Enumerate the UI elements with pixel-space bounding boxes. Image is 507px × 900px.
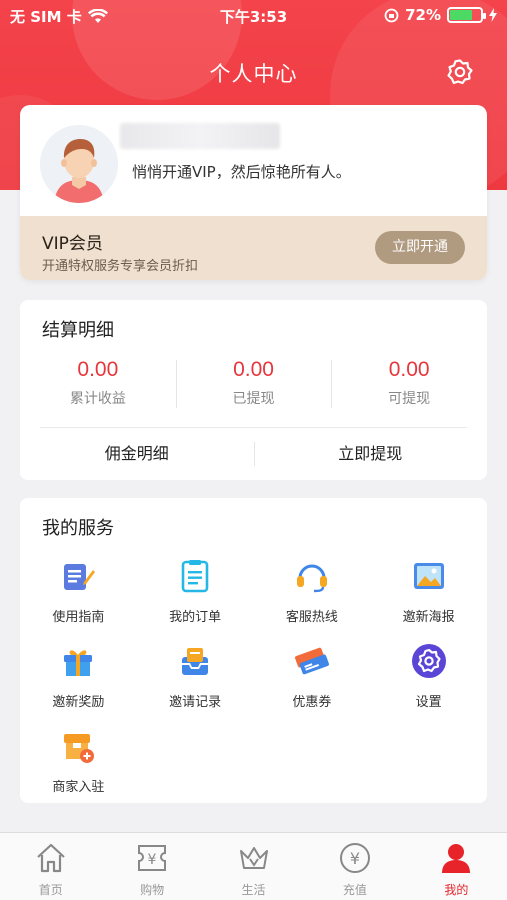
settlement-title: 结算明细 [42,320,114,341]
settlement-stats: 0.00 累计收益 0.00 已提现 0.00 可提现 [20,358,487,418]
bottom-tab-bar: 首页 ¥ 购物 生活 ¥ 充值 我的 [0,832,507,900]
tab-life[interactable]: 生活 [203,833,304,900]
orientation-lock-icon [384,8,399,22]
vip-banner: VIP会员 开通特权服务专享会员折扣 立即开通 [20,216,487,280]
nickname-redacted [120,123,280,149]
svg-text:¥: ¥ [350,849,360,868]
settings-gear-icon[interactable] [446,58,474,86]
services-grid: 使用指南 我的订单 客服热线 邀新海报 邀新奖励 邀请记录 优惠券 设置 商家入… [20,558,487,795]
stat-value: 0.00 [77,358,119,381]
service-label: 客服热线 [285,610,338,625]
stat-label: 可提现 [388,391,431,407]
tab-label: 购物 [140,883,165,897]
service-invite-records[interactable]: 邀请记录 [137,643,254,710]
service-label: 设置 [415,695,442,710]
service-reward[interactable]: 邀新奖励 [20,643,137,710]
service-settings[interactable]: 设置 [370,643,487,710]
profile-card: 悄悄开通VIP，然后惊艳所有人。 VIP会员 开通特权服务专享会员折扣 立即开通 [20,105,487,280]
service-poster[interactable]: 邀新海报 [370,558,487,625]
stat-total-earnings: 0.00 累计收益 [20,358,176,418]
tab-label: 生活 [241,883,266,897]
page-title: 个人中心 [209,62,298,86]
service-label: 优惠券 [292,695,332,710]
shopping-icon: ¥ [138,845,167,871]
poster-icon [413,563,444,589]
battery-percent: 72% [405,6,441,24]
merchant-icon [64,734,95,763]
service-label: 我的订单 [169,610,222,625]
service-label: 邀请记录 [169,695,222,710]
avatar[interactable] [40,125,118,203]
settlement-card: 结算明细 0.00 累计收益 0.00 已提现 0.00 可提现 佣金明细 立即… [20,300,487,480]
user-avatar-icon [40,125,118,203]
tab-recharge[interactable]: ¥ 充值 [304,833,405,900]
service-merchant[interactable]: 商家入驻 [20,728,137,795]
tab-label: 充值 [342,883,367,897]
service-guide[interactable]: 使用指南 [20,558,137,625]
vip-slogan: 悄悄开通VIP，然后惊艳所有人。 [132,163,351,181]
commission-details-button[interactable]: 佣金明细 [20,428,254,480]
service-label: 邀新海报 [402,610,455,625]
service-label: 邀新奖励 [52,695,105,710]
service-orders[interactable]: 我的订单 [137,558,254,625]
stat-withdrawable: 0.00 可提现 [331,358,487,418]
inbox-icon [182,648,209,675]
tab-label: 我的 [444,883,469,897]
headset-icon [296,564,327,593]
guide-icon [64,564,96,590]
stat-value: 0.00 [388,358,430,381]
vip-title: VIP会员 [42,234,103,254]
stat-value: 0.00 [233,358,274,381]
status-bar: 无 SIM 卡 下午3:53 72% [0,0,507,30]
gift-icon [64,650,93,676]
recharge-icon: ¥ [339,843,370,873]
home-icon [36,843,65,873]
battery-icon [447,7,486,23]
order-icon [181,560,209,593]
service-label: 商家入驻 [52,780,105,795]
tab-home[interactable]: 首页 [0,833,101,900]
stat-label: 累计收益 [69,391,126,407]
service-label: 使用指南 [52,610,105,625]
stat-label: 已提现 [232,391,275,407]
settings-icon [411,644,446,678]
service-hotline[interactable]: 客服热线 [254,558,371,625]
life-icon [239,847,268,869]
services-card: 我的服务 使用指南 我的订单 客服热线 邀新海报 邀新奖励 邀请记录 优惠券 设… [20,498,487,803]
withdraw-now-button[interactable]: 立即提现 [253,428,488,480]
svg-text:¥: ¥ [148,852,157,868]
tab-profile[interactable]: 我的 [406,833,507,900]
tab-shopping[interactable]: ¥ 购物 [101,833,202,900]
profile-icon [442,844,471,873]
charging-bolt-icon [489,8,497,22]
stat-withdrawn: 0.00 已提现 [175,358,332,418]
tab-label: 首页 [38,883,63,897]
coupon-icon [294,647,329,675]
vip-subtitle: 开通特权服务专享会员折扣 [42,259,199,274]
services-title: 我的服务 [42,518,114,539]
open-vip-button[interactable]: 立即开通 [375,231,465,264]
service-coupons[interactable]: 优惠券 [254,643,371,710]
